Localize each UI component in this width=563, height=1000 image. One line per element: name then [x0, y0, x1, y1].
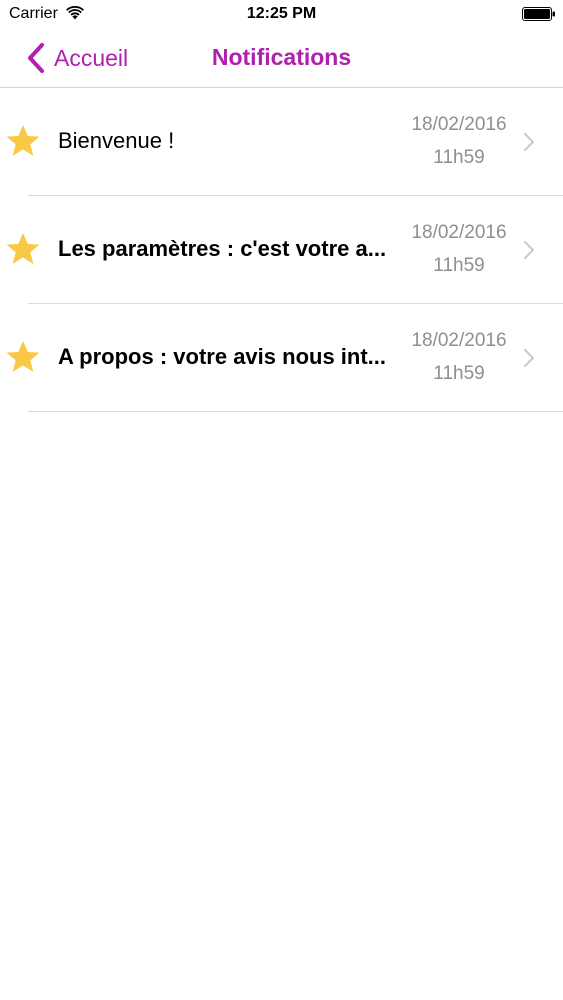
star-icon [6, 341, 40, 372]
notification-row[interactable]: Bienvenue ! 18/02/2016 11h59 [0, 88, 563, 196]
notification-row[interactable]: A propos : votre avis nous int... 18/02/… [0, 304, 563, 412]
chevron-right-icon [524, 133, 534, 151]
status-bar: Carrier 12:25 PM [0, 0, 563, 30]
notification-title: Bienvenue ! [58, 128, 175, 153]
star-icon [6, 125, 40, 156]
notification-row[interactable]: Les paramètres : c'est votre a... 18/02/… [0, 196, 563, 304]
notification-time: 11h59 [433, 255, 485, 276]
notification-date: 18/02/2016 [411, 222, 507, 243]
chevron-right-icon [524, 349, 534, 367]
notification-date: 18/02/2016 [411, 330, 507, 351]
chevron-right-icon [524, 241, 534, 259]
navigation-bar: Accueil Notifications [0, 30, 563, 88]
notification-time: 11h59 [433, 363, 485, 384]
notifications-list: Bienvenue ! 18/02/2016 11h59 Les paramèt… [0, 88, 563, 412]
notification-time: 11h59 [433, 147, 485, 168]
notification-title: A propos : votre avis nous int... [58, 344, 387, 369]
notifications-screen: Carrier 12:25 PM Accueil Notifications B… [0, 0, 563, 1000]
status-clock: 12:25 PM [246, 5, 317, 22]
notification-date: 18/02/2016 [411, 114, 507, 135]
star-icon [6, 233, 40, 264]
battery-icon [522, 7, 555, 21]
notification-title: Les paramètres : c'est votre a... [58, 236, 387, 261]
page-title: Notifications [211, 44, 352, 70]
